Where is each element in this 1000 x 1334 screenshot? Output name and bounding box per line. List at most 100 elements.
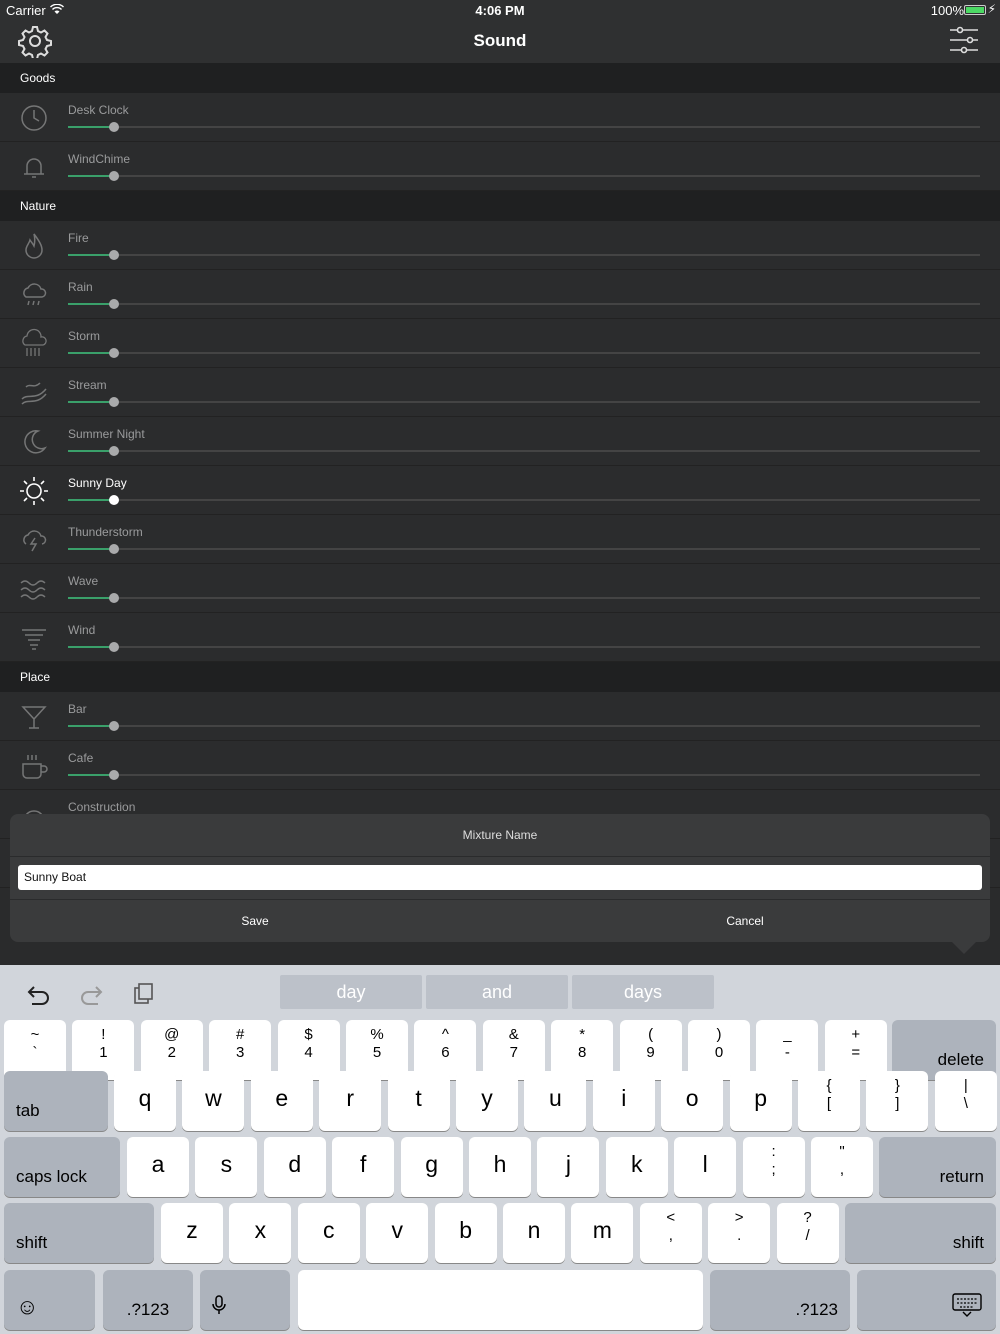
- hide-keyboard-key[interactable]: [857, 1270, 996, 1330]
- tab-key[interactable]: tab: [4, 1071, 108, 1131]
- suggestion-2[interactable]: and: [426, 975, 568, 1009]
- volume-slider[interactable]: [68, 397, 980, 407]
- key[interactable]: :;: [742, 1137, 805, 1197]
- caps-lock-key[interactable]: caps lock: [4, 1137, 120, 1197]
- volume-slider[interactable]: [68, 122, 980, 132]
- paste-icon[interactable]: [132, 981, 158, 1007]
- slider-thumb[interactable]: [108, 770, 119, 780]
- shift-right-key[interactable]: shift: [845, 1203, 996, 1263]
- key[interactable]: c: [297, 1203, 360, 1263]
- sound-row[interactable]: Summer Night: [0, 417, 1000, 466]
- shift-left-key[interactable]: shift: [4, 1203, 154, 1263]
- mixture-name-input[interactable]: Sunny Boat: [18, 865, 982, 890]
- sound-row[interactable]: Wind: [0, 613, 1000, 662]
- undo-icon[interactable]: [26, 981, 52, 1007]
- space-bar[interactable]: [298, 1270, 703, 1330]
- key[interactable]: o: [661, 1071, 724, 1131]
- key[interactable]: k: [605, 1137, 668, 1197]
- cocktail-icon: [18, 701, 50, 733]
- charging-icon: ⚡: [987, 2, 996, 16]
- key[interactable]: >.: [708, 1203, 771, 1263]
- slider-thumb[interactable]: [108, 299, 119, 309]
- key[interactable]: q: [114, 1071, 176, 1131]
- numbers-key-right[interactable]: .?123: [710, 1270, 850, 1330]
- cancel-button[interactable]: Cancel: [500, 914, 990, 928]
- sound-row[interactable]: Rain: [0, 270, 1000, 319]
- volume-slider[interactable]: [68, 299, 980, 309]
- key[interactable]: r: [319, 1071, 382, 1131]
- volume-slider[interactable]: [68, 721, 980, 731]
- suggestion-1[interactable]: day: [280, 975, 422, 1009]
- key[interactable]: }]: [866, 1071, 929, 1131]
- volume-slider[interactable]: [68, 544, 980, 554]
- slider-thumb[interactable]: [108, 397, 119, 407]
- key[interactable]: d: [263, 1137, 326, 1197]
- slider-thumb[interactable]: [108, 593, 119, 603]
- key[interactable]: u: [524, 1071, 587, 1131]
- key[interactable]: a: [127, 1137, 189, 1197]
- volume-slider[interactable]: [68, 642, 980, 652]
- key[interactable]: p: [729, 1071, 792, 1131]
- slider-thumb[interactable]: [108, 250, 119, 260]
- slider-thumb[interactable]: [108, 122, 119, 132]
- slider-thumb[interactable]: [108, 721, 119, 731]
- key[interactable]: b: [434, 1203, 497, 1263]
- key[interactable]: t: [387, 1071, 450, 1131]
- mixer-sliders-icon[interactable]: [948, 24, 980, 56]
- key[interactable]: {[: [798, 1071, 860, 1131]
- return-key[interactable]: return: [879, 1137, 996, 1197]
- key-shift-symbol: $: [304, 1026, 313, 1043]
- key[interactable]: x: [229, 1203, 292, 1263]
- key[interactable]: ? /: [776, 1203, 839, 1263]
- key[interactable]: i: [592, 1071, 655, 1131]
- sound-row[interactable]: Desk Clock: [0, 93, 1000, 142]
- key[interactable]: s: [195, 1137, 258, 1197]
- sound-row[interactable]: Cafe: [0, 741, 1000, 790]
- save-button[interactable]: Save: [10, 914, 500, 928]
- key[interactable]: ",: [811, 1137, 873, 1197]
- suggestion-3[interactable]: days: [572, 975, 714, 1009]
- sound-row[interactable]: Fire: [0, 221, 1000, 270]
- volume-slider[interactable]: [68, 348, 980, 358]
- slider-thumb[interactable]: [108, 642, 119, 652]
- volume-slider[interactable]: [68, 770, 980, 780]
- sound-row[interactable]: Sunny Day: [0, 466, 1000, 515]
- key-shift-symbol: }: [894, 1077, 900, 1094]
- numbers-key[interactable]: .?123: [103, 1270, 193, 1330]
- slider-thumb[interactable]: [108, 495, 119, 505]
- key[interactable]: w: [182, 1071, 245, 1131]
- volume-slider[interactable]: [68, 446, 980, 456]
- volume-slider[interactable]: [68, 593, 980, 603]
- key[interactable]: g: [400, 1137, 463, 1197]
- volume-slider[interactable]: [68, 250, 980, 260]
- key-letter: p: [754, 1085, 767, 1111]
- dictation-key[interactable]: [200, 1270, 290, 1330]
- key[interactable]: e: [250, 1071, 313, 1131]
- key[interactable]: z: [161, 1203, 223, 1263]
- sound-row[interactable]: Thunderstorm: [0, 515, 1000, 564]
- key[interactable]: h: [469, 1137, 531, 1197]
- sound-row[interactable]: Bar: [0, 692, 1000, 741]
- sound-row[interactable]: WindChime: [0, 142, 1000, 191]
- sound-row[interactable]: Wave: [0, 564, 1000, 613]
- sound-row[interactable]: Storm: [0, 319, 1000, 368]
- key[interactable]: j: [537, 1137, 600, 1197]
- sound-label: Bar: [68, 702, 87, 716]
- key[interactable]: f: [332, 1137, 395, 1197]
- volume-slider[interactable]: [68, 171, 980, 181]
- key[interactable]: y: [456, 1071, 518, 1131]
- slider-thumb[interactable]: [108, 544, 119, 554]
- key[interactable]: <,: [639, 1203, 702, 1263]
- key[interactable]: m: [571, 1203, 634, 1263]
- slider-thumb[interactable]: [108, 348, 119, 358]
- key[interactable]: | \: [934, 1071, 997, 1131]
- slider-thumb[interactable]: [108, 446, 119, 456]
- key[interactable]: n: [503, 1203, 565, 1263]
- key[interactable]: v: [366, 1203, 429, 1263]
- redo-icon[interactable]: [78, 981, 104, 1007]
- volume-slider[interactable]: [68, 495, 980, 505]
- slider-thumb[interactable]: [108, 171, 119, 181]
- key[interactable]: l: [674, 1137, 737, 1197]
- emoji-key[interactable]: ☺: [4, 1270, 95, 1330]
- sound-row[interactable]: Stream: [0, 368, 1000, 417]
